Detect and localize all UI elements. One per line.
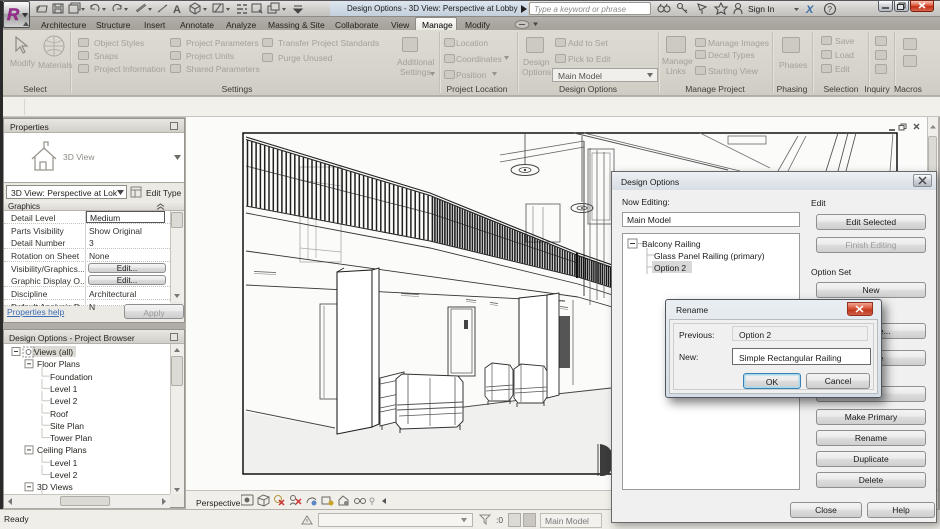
svg-text:R: R [7, 5, 20, 24]
